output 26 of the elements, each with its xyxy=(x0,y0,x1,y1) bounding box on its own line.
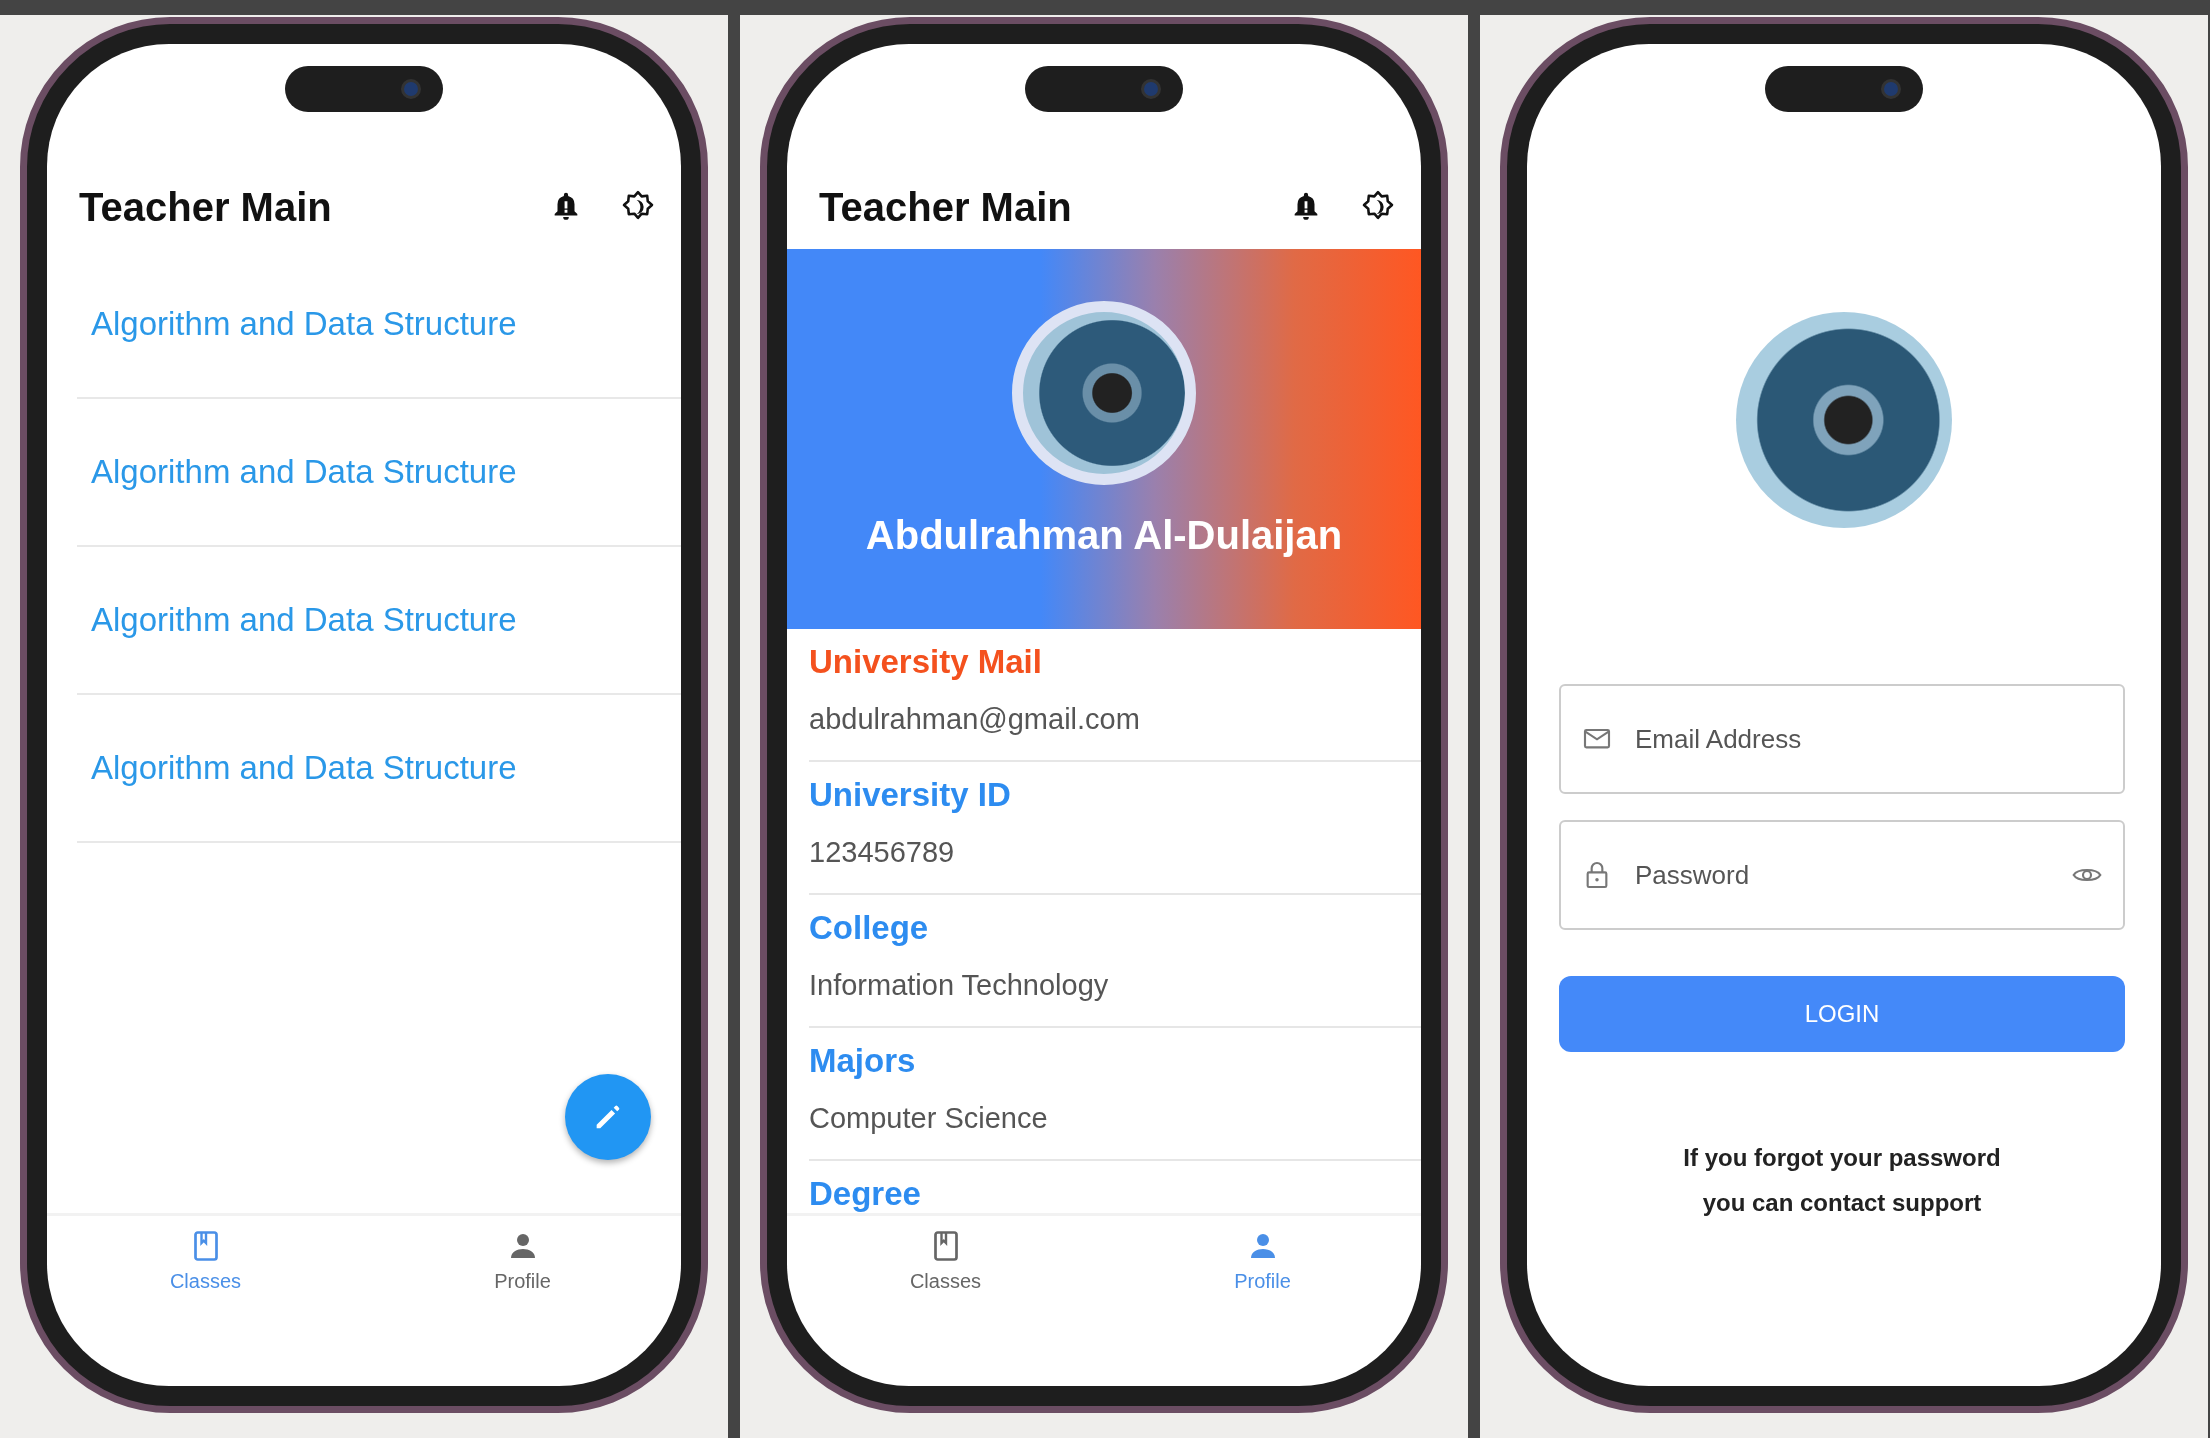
field-value: Computer Science xyxy=(809,1102,1049,1135)
field-value: 123456789 xyxy=(809,836,956,869)
screen-title: Teacher Main xyxy=(819,184,1073,230)
field-label: University Mail xyxy=(809,643,1043,681)
class-item[interactable]: Algorithm and Data Structure xyxy=(77,749,517,787)
email-field[interactable]: Email Address xyxy=(1559,684,2125,794)
nav-tab[interactable]: Classes xyxy=(787,1216,1104,1294)
field-value: abdulrahman@gmail.com xyxy=(809,703,1141,736)
class-item[interactable]: Algorithm and Data Structure xyxy=(77,305,517,343)
edit-button[interactable] xyxy=(565,1074,651,1160)
field-label: Majors xyxy=(809,1042,917,1080)
screen-title: Teacher Main xyxy=(79,184,333,230)
help-text: you can contact support xyxy=(1702,1188,1982,1218)
profile-name: Abdulrahman Al-Dulaijan xyxy=(865,513,1343,558)
nav-tab[interactable]: Profile xyxy=(364,1216,681,1294)
field-value: Information Technology xyxy=(809,969,1110,1002)
login-button[interactable]: LOGIN xyxy=(1559,976,2125,1052)
field-label: College xyxy=(809,909,930,947)
field-label: Degree xyxy=(809,1175,922,1213)
help-text: If you forgot your password xyxy=(1683,1143,2001,1173)
field-label: University ID xyxy=(809,776,1012,814)
class-item[interactable]: Algorithm and Data Structure xyxy=(77,453,517,491)
nav-tab[interactable]: Classes xyxy=(47,1216,364,1294)
class-item[interactable]: Algorithm and Data Structure xyxy=(77,601,517,639)
nav-tab[interactable]: Profile xyxy=(1104,1216,1421,1294)
password-field[interactable]: Password xyxy=(1559,820,2125,930)
